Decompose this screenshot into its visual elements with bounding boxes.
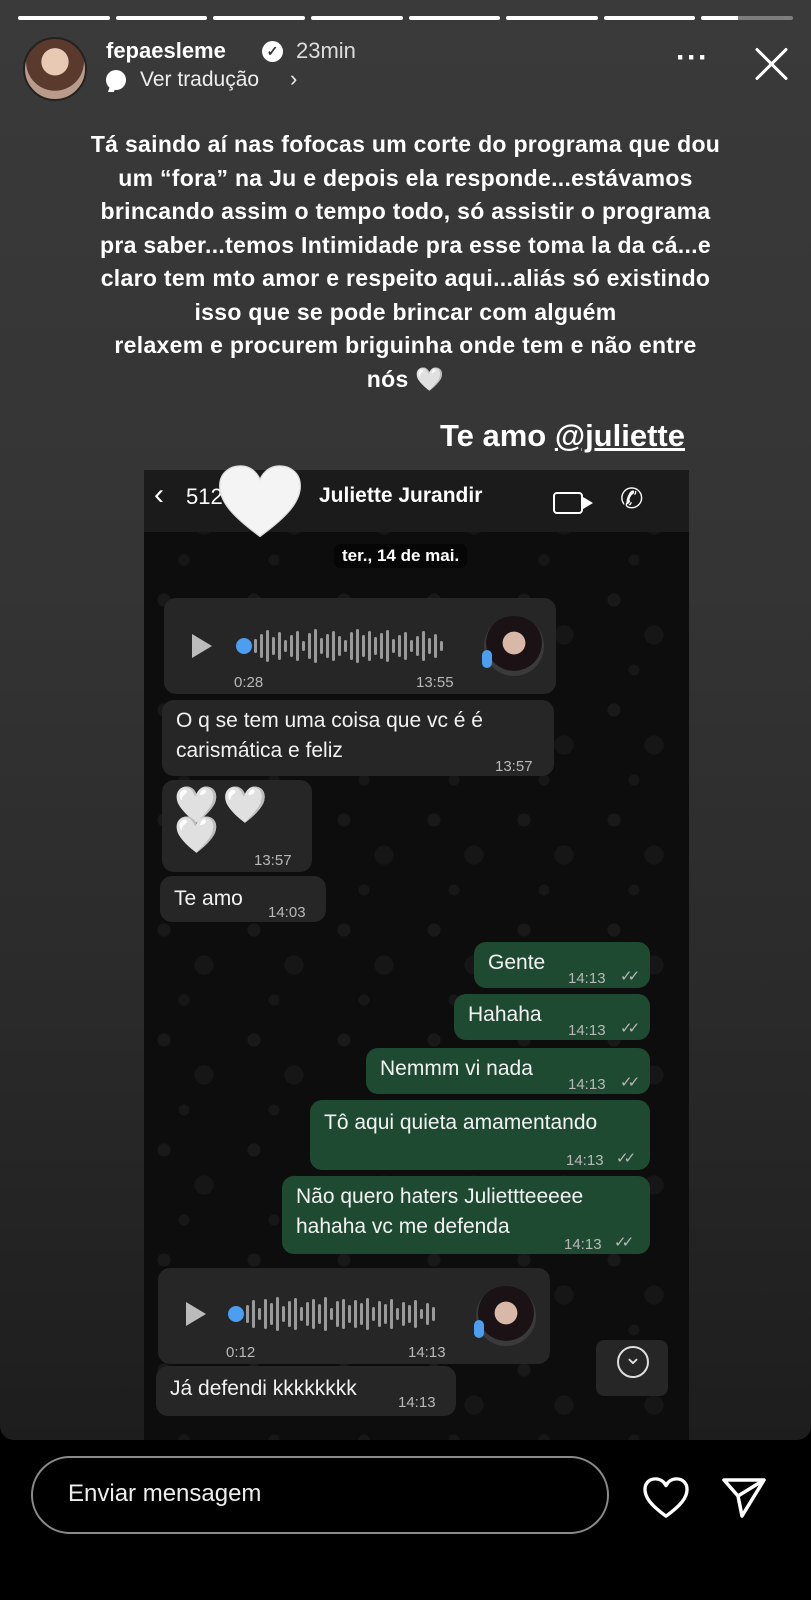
back-arrow-icon: ‹	[154, 478, 164, 511]
read-ticks-icon: ✓✓	[614, 1234, 634, 1251]
paper-plane-icon[interactable]	[720, 1474, 768, 1520]
story-caption: Tá saindo aí nas fofocas um corte do pro…	[30, 128, 781, 396]
video-call-icon	[553, 492, 593, 514]
caption-line: um “fora” na Ju e depois ela responde...…	[118, 164, 693, 191]
more-options-icon[interactable]: ···	[676, 43, 709, 73]
close-icon[interactable]	[750, 42, 794, 86]
story-frame: fepaesleme ✓ 23min Ver tradução › ··· Tá…	[0, 0, 811, 1440]
message-time: 14:13	[408, 1344, 446, 1361]
message-bubble: 🤍🤍🤍 13:57	[162, 780, 312, 872]
caption-line: claro tem mto amor e respeito aqui...ali…	[100, 265, 711, 291]
chat-screenshot: ‹ 512 Juliette Jurandir ✆ ter., 14 de ma…	[144, 470, 689, 1440]
verified-badge-icon: ✓	[262, 41, 283, 62]
read-ticks-icon: ✓✓	[616, 1150, 636, 1167]
message-bubble: Tô aqui quieta amamentando 14:13 ✓✓	[310, 1100, 650, 1170]
sender-avatar	[476, 1286, 536, 1346]
progress-segment	[701, 16, 793, 20]
message-text: Já defendi kkkkkkkk	[170, 1377, 357, 1400]
playhead-dot	[228, 1306, 244, 1322]
heart-icon[interactable]	[642, 1476, 690, 1520]
voice-message: 0:12 14:13	[158, 1268, 550, 1364]
waveform	[254, 628, 443, 664]
message-time: 13:57	[495, 758, 533, 775]
caption-line: nós 🤍	[366, 365, 445, 392]
message-time: 13:57	[254, 852, 292, 869]
phone-icon: ✆	[620, 483, 644, 514]
message-text: Hahaha	[468, 1003, 542, 1026]
message-text: Te amo	[174, 887, 243, 910]
message-time: 14:13	[566, 1152, 604, 1169]
caption-line: Tá saindo aí nas fofocas um corte do pro…	[90, 131, 721, 157]
speech-bubble-icon	[106, 70, 126, 90]
mention-sticker[interactable]: Te amo @juliette	[440, 418, 685, 454]
message-text: Tô aqui quieta amamentando	[324, 1111, 598, 1134]
message-text: Não quero haters Juliettteeeee	[296, 1185, 584, 1208]
voice-message: 0:28 13:55	[164, 598, 556, 694]
post-time: 23min	[296, 38, 356, 63]
username[interactable]: fepaesleme	[106, 38, 226, 64]
message-bubble: Te amo 14:03	[160, 876, 326, 922]
message-text: O q se tem uma coisa que vc é é	[176, 709, 483, 732]
message-time: 14:13	[398, 1394, 436, 1411]
read-ticks-icon: ✓✓	[620, 1074, 640, 1091]
caption-line: brincando assim o tempo todo, só assisti…	[100, 198, 711, 224]
play-icon	[192, 634, 212, 658]
sender-avatar	[484, 616, 544, 676]
caption-line: relaxem e procurem briguinha onde tem e …	[114, 332, 697, 358]
caption-line: pra saber...temos Intimidade pra esse to…	[100, 231, 711, 258]
microphone-icon	[474, 1320, 484, 1338]
message-text: carismática e feliz	[176, 739, 343, 762]
voice-duration: 0:12	[226, 1344, 256, 1361]
chevron-right-icon[interactable]: ›	[290, 66, 297, 92]
sticker-text: Te amo	[440, 418, 555, 453]
message-text: Nemmm vi nada	[380, 1057, 533, 1080]
playhead-dot	[236, 638, 252, 654]
message-bubble: Não quero haters Juliettteeeee hahaha vc…	[282, 1176, 650, 1254]
message-time: 14:13	[568, 1022, 606, 1039]
progress-segment	[115, 16, 208, 20]
scroll-down-button	[596, 1340, 668, 1396]
mention-link[interactable]: @juliette	[555, 418, 685, 453]
message-bubble: Hahaha 14:13 ✓✓	[454, 994, 650, 1040]
progress-segment	[18, 16, 110, 20]
message-time: 14:13	[568, 1076, 606, 1093]
message-text: 🤍🤍🤍	[174, 784, 272, 855]
avatar[interactable]	[23, 37, 87, 101]
voice-duration: 0:28	[234, 674, 264, 691]
message-time: 14:03	[268, 904, 306, 921]
story-progress-bar	[18, 16, 793, 20]
message-time: 14:13	[568, 970, 606, 987]
read-ticks-icon: ✓✓	[620, 968, 640, 985]
waveform	[246, 1296, 435, 1332]
progress-segment	[603, 16, 696, 20]
play-icon	[186, 1302, 206, 1326]
message-bubble: Já defendi kkkkkkkk 14:13	[156, 1366, 456, 1416]
message-time: 13:55	[416, 674, 454, 691]
caption-line: isso que se pode brincar com alguém	[194, 298, 617, 325]
read-ticks-icon: ✓✓	[620, 1020, 640, 1037]
translate-link[interactable]: Ver tradução	[140, 68, 259, 92]
message-text: hahaha vc me defenda	[296, 1215, 510, 1238]
progress-segment	[310, 16, 403, 20]
message-bubble: Nemmm vi nada 14:13 ✓✓	[366, 1048, 650, 1094]
message-text: Gente	[488, 951, 546, 974]
microphone-icon	[482, 650, 492, 668]
message-time: 14:13	[564, 1236, 602, 1253]
progress-segment	[213, 16, 305, 20]
reply-placeholder[interactable]: Enviar mensagem	[68, 1480, 261, 1508]
contact-name: Juliette Jurandir	[319, 484, 483, 507]
message-bubble: Gente 14:13 ✓✓	[474, 942, 650, 988]
message-bubble: O q se tem uma coisa que vc é é carismát…	[162, 700, 554, 776]
progress-segment	[408, 16, 501, 20]
date-chip: ter., 14 de mai.	[334, 544, 468, 568]
heart-sticker-icon	[219, 465, 301, 538]
progress-segment	[506, 16, 598, 20]
